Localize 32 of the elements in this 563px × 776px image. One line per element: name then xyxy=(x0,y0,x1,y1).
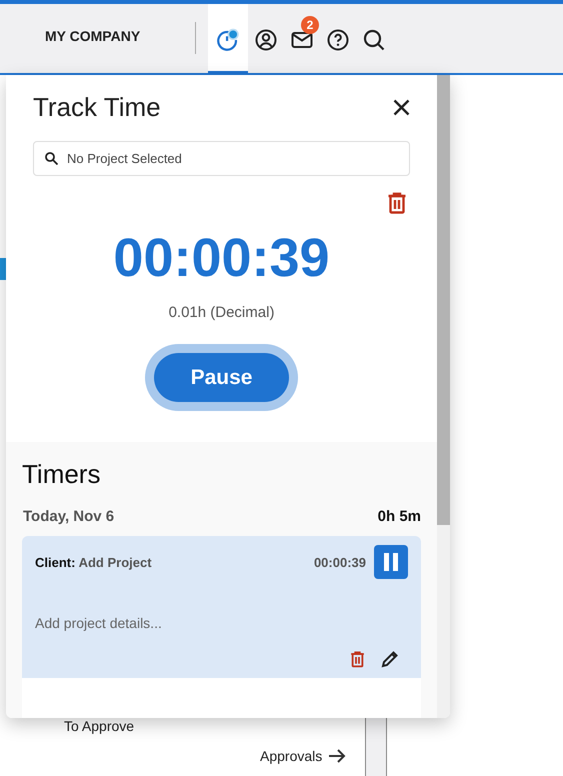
day-total: 0h 5m xyxy=(378,508,421,525)
trash-icon[interactable] xyxy=(387,192,407,214)
selection-marker xyxy=(0,258,6,280)
pause-button[interactable] xyxy=(374,545,408,579)
trash-icon[interactable] xyxy=(350,651,365,668)
section-label: To Approve xyxy=(64,718,134,734)
timer-duration: 00:00:39 xyxy=(314,554,366,570)
timers-heading: Timers xyxy=(22,459,102,490)
project-details-text[interactable]: Add project details... xyxy=(35,615,408,631)
close-button[interactable] xyxy=(393,99,410,116)
project-search-field[interactable]: No Project Selected xyxy=(33,141,410,176)
pause-button[interactable]: Pause xyxy=(154,353,289,402)
approvals-link[interactable]: Approvals xyxy=(260,748,346,764)
client-project-label: Client: Add Project xyxy=(35,554,153,570)
user-icon xyxy=(254,28,278,52)
search-icon xyxy=(45,152,58,165)
panel-title: Track Time xyxy=(33,92,161,123)
pause-icon xyxy=(384,553,398,571)
notification-badge: 2 xyxy=(301,16,319,34)
close-icon xyxy=(393,99,410,116)
date-label: Today, Nov 6 xyxy=(23,508,114,525)
search-icon xyxy=(362,28,386,52)
pencil-icon[interactable] xyxy=(381,651,398,668)
elapsed-time: 00:00:39 xyxy=(112,228,331,288)
mail-tab[interactable]: 2 xyxy=(284,4,320,75)
timer-tab[interactable] xyxy=(208,4,248,75)
company-name: MY COMPANY xyxy=(45,28,142,46)
help-icon xyxy=(326,28,350,52)
arrow-right-icon xyxy=(328,749,346,763)
decimal-hours: 0.01h (Decimal) xyxy=(168,304,276,321)
scrollbar[interactable] xyxy=(437,75,450,718)
timer-card[interactable]: Client: Add Project 00:00:39 Add project details... xyxy=(22,536,421,678)
